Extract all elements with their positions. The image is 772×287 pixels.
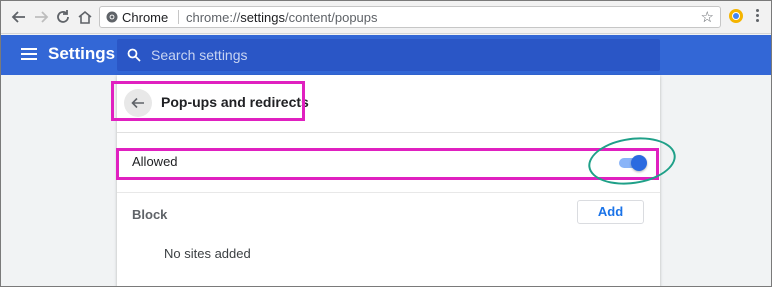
browser-window: Chrome chrome://settings/content/popups …: [0, 0, 772, 287]
search-box[interactable]: [117, 39, 660, 71]
highlight-box-title: [111, 81, 305, 121]
search-icon: [127, 48, 141, 62]
home-icon[interactable]: [75, 7, 95, 27]
back-arrow-icon[interactable]: [9, 7, 29, 27]
settings-title: Settings: [48, 44, 116, 63]
reload-icon[interactable]: [53, 7, 73, 27]
forward-arrow-icon[interactable]: [31, 7, 51, 27]
divider: [117, 192, 660, 193]
block-section-heading: Block: [132, 207, 168, 222]
url-text[interactable]: chrome://settings/content/popups: [186, 10, 378, 25]
url-prefix: chrome://: [186, 10, 241, 25]
extension-icon[interactable]: [729, 9, 743, 23]
url-path: /content/popups: [285, 10, 378, 25]
empty-list-message: No sites added: [164, 246, 251, 261]
browser-toolbar: Chrome chrome://settings/content/popups …: [1, 1, 771, 34]
omnibox-separator: [178, 10, 179, 24]
search-input[interactable]: [151, 45, 631, 65]
hamburger-menu-icon[interactable]: [21, 48, 37, 62]
scheme-label: Chrome: [122, 10, 169, 25]
add-site-button[interactable]: Add: [577, 200, 644, 224]
divider: [117, 132, 660, 133]
url-host: settings: [240, 10, 285, 25]
address-bar[interactable]: Chrome chrome://settings/content/popups …: [99, 6, 721, 28]
chrome-logo-icon[interactable]: [106, 11, 118, 23]
kebab-menu-icon[interactable]: [753, 7, 761, 27]
highlight-box-allowed: [116, 148, 659, 180]
settings-header: Settings: [1, 35, 771, 75]
star-icon[interactable]: ☆: [701, 8, 714, 26]
